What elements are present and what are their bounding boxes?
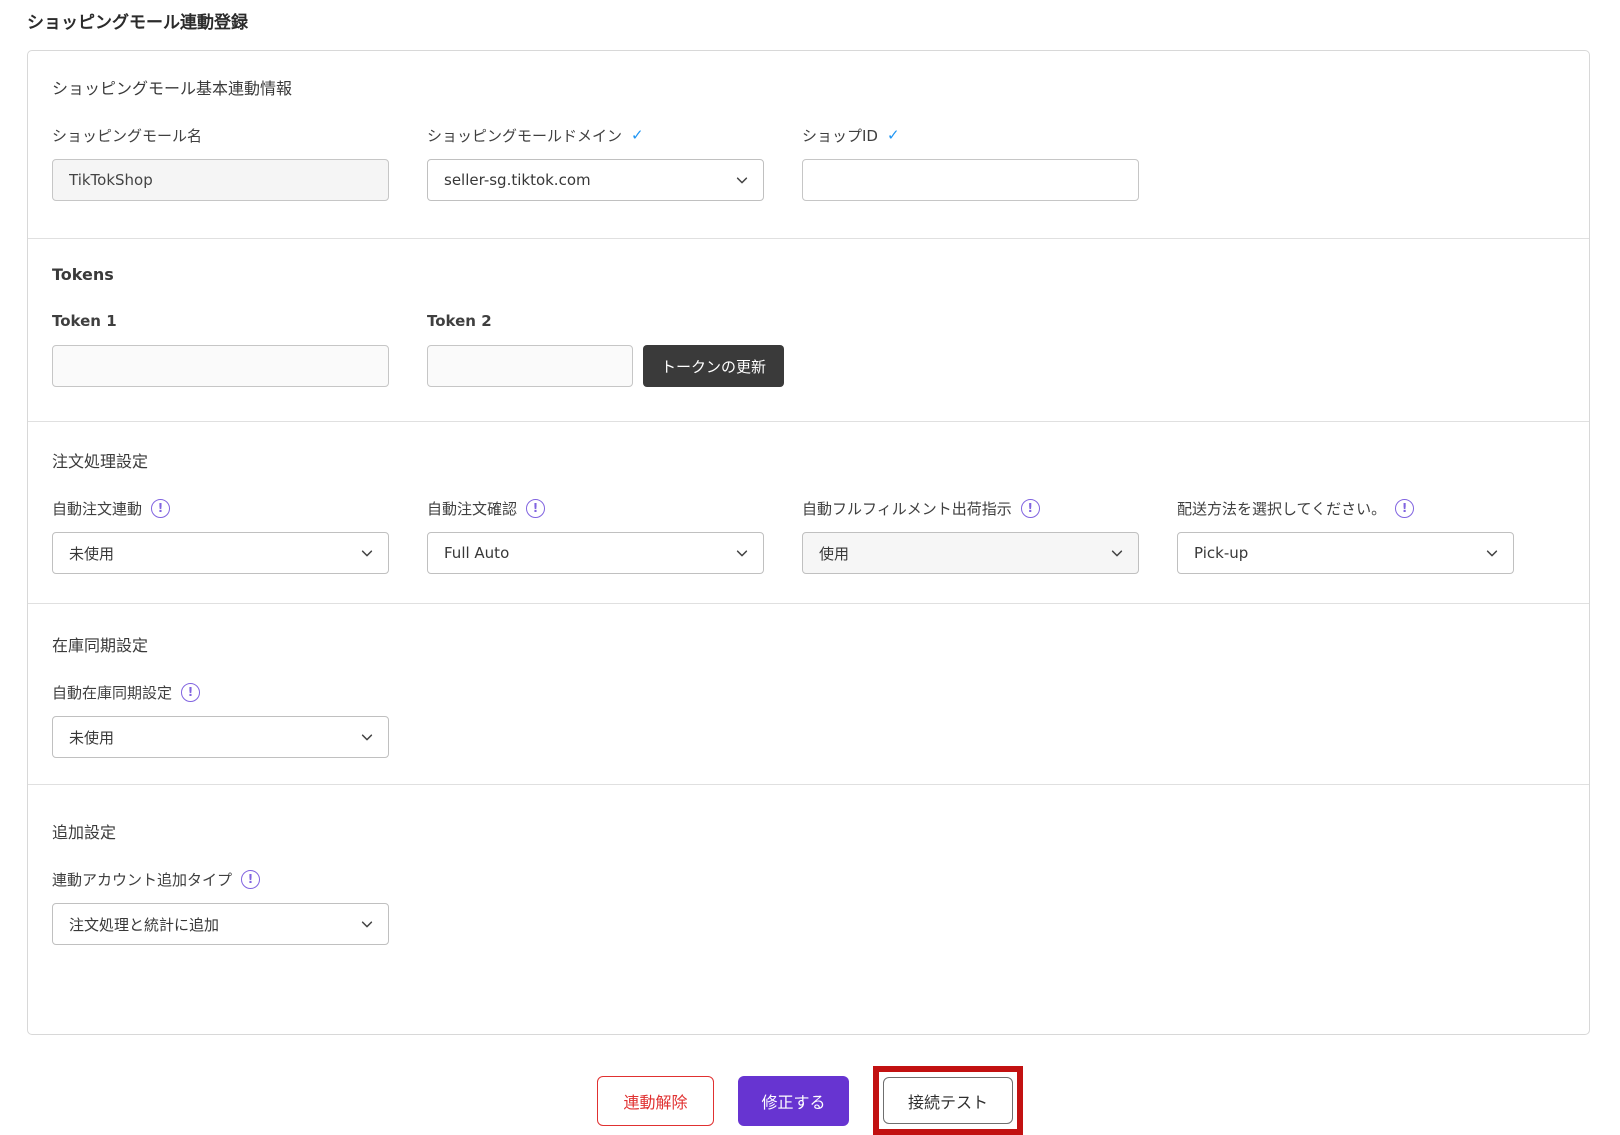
info-icon[interactable]: ! — [1020, 498, 1040, 518]
mall-name-input[interactable] — [52, 159, 389, 201]
auto-order-confirm-value: Full Auto — [444, 544, 510, 562]
shop-id-input[interactable] — [802, 159, 1139, 201]
check-icon: ✓ — [631, 126, 644, 144]
token2-input[interactable] — [427, 345, 633, 387]
chevron-down-icon — [360, 546, 374, 560]
auto-order-link-field: 自動注文連動 ! 未使用 — [52, 498, 389, 574]
chevron-down-icon — [360, 730, 374, 744]
tokens-heading: Tokens — [52, 265, 114, 284]
auto-fulfillment-field: 自動フルフィルメント出荷指示 ! 使用 — [802, 498, 1139, 574]
shipping-method-label: 配送方法を選択してください。 ! — [1177, 498, 1514, 518]
auto-fulfillment-value: 使用 — [819, 544, 850, 563]
section-basic-info: ショッピングモール基本連動情報 ショッピングモール名 ショッピングモールドメイン… — [28, 51, 1589, 238]
section-tokens: Tokens Token 1 Token 2 トークンの更新 — [28, 238, 1589, 421]
mall-name-label: ショッピングモール名 — [52, 125, 389, 145]
auto-order-confirm-label-text: 自動注文確認 — [427, 499, 518, 518]
mall-domain-field: ショッピングモールドメイン ✓ seller-sg.tiktok.com — [427, 125, 764, 201]
token1-input[interactable] — [52, 345, 389, 387]
connection-test-highlight-box: 接続テスト — [873, 1066, 1023, 1135]
mall-domain-value: seller-sg.tiktok.com — [444, 171, 591, 189]
connection-test-button[interactable]: 接続テスト — [883, 1077, 1013, 1124]
section-additional-settings: 追加設定 連動アカウント追加タイプ ! 注文処理と統計に追加 — [28, 784, 1589, 1034]
info-icon[interactable]: ! — [151, 498, 171, 518]
auto-order-link-label-text: 自動注文連動 — [52, 499, 143, 518]
mall-domain-label: ショッピングモールドメイン ✓ — [427, 125, 764, 145]
token2-label-text: Token 2 — [427, 312, 492, 330]
shipping-method-value: Pick-up — [1194, 544, 1249, 562]
refresh-token-button[interactable]: トークンの更新 — [643, 345, 785, 387]
inventory-settings-heading: 在庫同期設定 — [52, 636, 149, 655]
auto-order-link-select[interactable]: 未使用 — [52, 532, 389, 574]
auto-fulfillment-select[interactable]: 使用 — [802, 532, 1139, 574]
auto-inventory-sync-label: 自動在庫同期設定 ! — [52, 682, 389, 702]
section-inventory-settings: 在庫同期設定 自動在庫同期設定 ! 未使用 — [28, 603, 1589, 784]
additional-settings-heading: 追加設定 — [52, 823, 117, 842]
shipping-method-select[interactable]: Pick-up — [1177, 532, 1514, 574]
mall-name-label-text: ショッピングモール名 — [52, 126, 203, 145]
shipping-method-label-text: 配送方法を選択してください。 — [1177, 499, 1387, 518]
auto-inventory-sync-select[interactable]: 未使用 — [52, 716, 389, 758]
account-add-type-field: 連動アカウント追加タイプ ! 注文処理と統計に追加 — [52, 869, 389, 945]
account-add-type-label: 連動アカウント追加タイプ ! — [52, 869, 389, 889]
mall-name-field: ショッピングモール名 — [52, 125, 389, 201]
auto-fulfillment-label: 自動フルフィルメント出荷指示 ! — [802, 498, 1139, 518]
order-settings-heading: 注文処理設定 — [52, 452, 149, 471]
token1-field: Token 1 — [52, 311, 389, 387]
account-add-type-select[interactable]: 注文処理と統計に追加 — [52, 903, 389, 945]
info-icon[interactable]: ! — [526, 498, 546, 518]
account-add-type-value: 注文処理と統計に追加 — [69, 915, 220, 934]
token1-label-text: Token 1 — [52, 312, 117, 330]
auto-order-confirm-field: 自動注文確認 ! Full Auto — [427, 498, 764, 574]
shop-id-label-text: ショップID — [802, 126, 878, 145]
token1-label: Token 1 — [52, 311, 389, 331]
action-buttons-row: 連動解除 修正する 接続テスト — [0, 1066, 1620, 1135]
auto-order-link-value: 未使用 — [69, 544, 115, 563]
account-add-type-label-text: 連動アカウント追加タイプ — [52, 870, 233, 889]
info-icon[interactable]: ! — [241, 869, 261, 889]
info-icon[interactable]: ! — [181, 682, 201, 702]
basic-info-heading: ショッピングモール基本連動情報 — [52, 79, 293, 98]
integration-form-card: ショッピングモール基本連動情報 ショッピングモール名 ショッピングモールドメイン… — [27, 50, 1590, 1035]
auto-inventory-sync-label-text: 自動在庫同期設定 — [52, 683, 173, 702]
mall-domain-label-text: ショッピングモールドメイン — [427, 126, 623, 145]
chevron-down-icon — [1485, 546, 1499, 560]
section-order-settings: 注文処理設定 自動注文連動 ! 未使用 自動注文確認 ! Full Auto 自… — [28, 421, 1589, 603]
check-icon: ✓ — [886, 126, 900, 144]
mall-domain-select[interactable]: seller-sg.tiktok.com — [427, 159, 764, 201]
shipping-method-field: 配送方法を選択してください。 ! Pick-up — [1177, 498, 1514, 574]
auto-order-link-label: 自動注文連動 ! — [52, 498, 389, 518]
token2-field: Token 2 — [427, 311, 633, 387]
chevron-down-icon — [1110, 546, 1124, 560]
shop-id-field: ショップID ✓ — [802, 125, 1139, 201]
chevron-down-icon — [360, 917, 374, 931]
page-title: ショッピングモール連動登録 — [27, 13, 248, 33]
unlink-button[interactable]: 連動解除 — [597, 1075, 714, 1126]
modify-button[interactable]: 修正する — [738, 1075, 849, 1126]
auto-order-confirm-label: 自動注文確認 ! — [427, 498, 764, 518]
chevron-down-icon — [735, 173, 749, 187]
shop-id-label: ショップID ✓ — [802, 125, 1139, 145]
auto-inventory-sync-field: 自動在庫同期設定 ! 未使用 — [52, 682, 389, 758]
auto-order-confirm-select[interactable]: Full Auto — [427, 532, 764, 574]
info-icon[interactable]: ! — [1395, 498, 1415, 518]
chevron-down-icon — [735, 546, 749, 560]
auto-inventory-sync-value: 未使用 — [69, 728, 115, 747]
auto-fulfillment-label-text: 自動フルフィルメント出荷指示 — [802, 499, 1012, 518]
token2-label: Token 2 — [427, 311, 633, 331]
